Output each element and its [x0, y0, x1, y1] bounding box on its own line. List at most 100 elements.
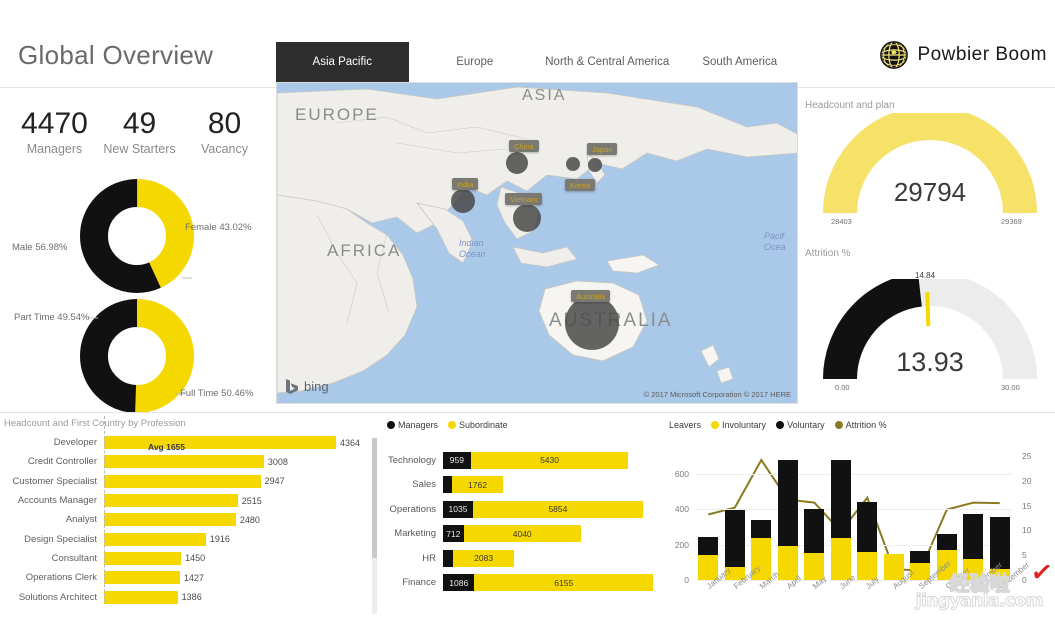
map-label-korea[interactable]: Korea — [565, 179, 595, 191]
profession-row[interactable]: Operations Clerk1427 — [0, 568, 380, 587]
leavers-bar[interactable] — [751, 456, 771, 580]
left-axis-tick: 400 — [675, 504, 689, 514]
map-bubble-china[interactable] — [506, 152, 528, 174]
leavers-bar[interactable] — [963, 456, 983, 580]
legend-swatch-managers — [387, 421, 395, 429]
profession-row[interactable]: Customer Specialist2947 — [0, 472, 380, 491]
map-bubble-vietnam[interactable] — [513, 204, 541, 232]
legend-item-involuntary[interactable]: Involuntary — [711, 420, 766, 430]
department-legend: Managers Subordinate — [385, 420, 665, 430]
profession-name: Credit Controller — [0, 456, 104, 467]
department-row[interactable]: Marketing7124040 — [385, 522, 665, 547]
map-bubble-japan[interactable] — [588, 158, 602, 172]
profession-row[interactable]: Accounts Manager2515 — [0, 491, 380, 510]
map-label-australia-bubble[interactable]: Australia — [571, 290, 610, 302]
map-label-japan[interactable]: Japan — [587, 143, 617, 155]
department-row[interactable]: Technology9595430 — [385, 448, 665, 473]
legend-item-managers[interactable]: Managers — [387, 420, 438, 430]
map-label-vietnam[interactable]: Vietnam — [505, 193, 542, 205]
gender-label-female: Female 43.02% — [185, 222, 252, 233]
profession-bar[interactable]: 4364 — [104, 436, 336, 449]
profession-name: Solutions Architect — [0, 592, 104, 603]
profession-value-label: 4364 — [340, 438, 360, 448]
tab-north-central-america[interactable]: North & Central America — [541, 42, 674, 83]
department-managers-label: 1035 — [443, 504, 473, 514]
profession-row[interactable]: Solutions Architect1386 — [0, 587, 380, 606]
gender-label-male: Male 56.98% — [12, 242, 67, 253]
map-label-china[interactable]: China — [509, 140, 539, 152]
profession-scrollbar-thumb[interactable] — [372, 438, 377, 558]
right-axis-tick: 5 — [1022, 550, 1027, 560]
profession-row[interactable]: Analyst2480 — [0, 510, 380, 529]
left-axis-tick: 0 — [684, 575, 689, 585]
department-segment-subordinate[interactable]: 1762 — [452, 476, 503, 493]
header: Global Overview Asia Pacific Europe Nort… — [0, 0, 1055, 88]
leavers-bar[interactable] — [910, 456, 930, 580]
department-segment-subordinate[interactable]: 5854 — [473, 501, 643, 518]
department-bar-area: 10355854 — [443, 497, 665, 522]
department-segment-managers[interactable]: 712 — [443, 525, 464, 542]
department-row[interactable]: Operations10355854 — [385, 497, 665, 522]
brand: Powbier Boom — [879, 40, 1047, 70]
department-segment-managers[interactable]: 1035 — [443, 501, 473, 518]
map-label-europe: EUROPE — [295, 105, 379, 125]
profession-bar[interactable]: 1386 — [104, 591, 178, 604]
region-map[interactable]: EUROPE ASIA AFRICA AUSTRALIA IndianOcean… — [276, 82, 798, 404]
brand-name: Powbier Boom — [917, 44, 1047, 66]
department-segment-subordinate[interactable]: 6155 — [474, 574, 653, 591]
department-segment-subordinate[interactable]: 2083 — [453, 550, 513, 567]
leavers-bar[interactable] — [778, 456, 798, 580]
profession-bar[interactable]: 1427 — [104, 571, 180, 584]
department-segment-managers[interactable]: 959 — [443, 452, 471, 469]
map-bubble-australia[interactable] — [565, 296, 619, 350]
department-row[interactable]: Finance10866155 — [385, 571, 665, 596]
legend-item-voluntary[interactable]: Voluntary — [776, 420, 825, 430]
profession-bar[interactable]: 3008 — [104, 455, 264, 468]
department-row[interactable]: Sales1762 — [385, 473, 665, 498]
leavers-bar[interactable] — [884, 456, 904, 580]
department-bar-area: 7124040 — [443, 522, 665, 547]
map-bubble-korea[interactable] — [566, 157, 580, 171]
attrition-gauge-min: 0.00 — [835, 383, 850, 392]
map-bubble-india[interactable] — [451, 189, 475, 213]
leavers-bar[interactable] — [804, 456, 824, 580]
profession-row[interactable]: Consultant1450 — [0, 549, 380, 568]
leavers-bar-involuntary[interactable] — [831, 538, 851, 581]
leavers-bar[interactable] — [698, 456, 718, 580]
leavers-bar[interactable] — [831, 456, 851, 580]
department-segment-managers[interactable]: 1086 — [443, 574, 474, 591]
profession-chart-rows: Developer4364Credit Controller3008Custom… — [0, 433, 380, 607]
profession-bar[interactable]: 1450 — [104, 552, 181, 565]
profession-average-label: Avg 1655 — [148, 442, 185, 452]
legend-item-attrition-pct[interactable]: Attrition % — [835, 420, 887, 430]
legend-item-subordinate[interactable]: Subordinate — [448, 420, 508, 430]
profession-bar[interactable]: 2515 — [104, 494, 238, 507]
department-segment-managers[interactable] — [443, 476, 452, 493]
profession-bar[interactable]: 2480 — [104, 513, 236, 526]
profession-bar[interactable]: 2947 — [104, 475, 261, 488]
legend-item-leavers: Leavers — [669, 420, 701, 430]
profession-bar[interactable]: 1916 — [104, 533, 206, 546]
tab-asia-pacific[interactable]: Asia Pacific — [276, 42, 409, 83]
leavers-bar[interactable] — [857, 456, 877, 580]
department-name: HR — [385, 553, 443, 564]
profession-scrollbar[interactable] — [372, 438, 377, 614]
leavers-bar[interactable] — [725, 456, 745, 580]
department-segment-managers[interactable] — [443, 550, 453, 567]
bing-logo[interactable]: bing — [285, 378, 329, 395]
profession-row[interactable]: Developer4364 — [0, 433, 380, 452]
map-label-india[interactable]: India — [452, 178, 478, 190]
globe-icon — [879, 40, 909, 70]
profession-row[interactable]: Design Specialist1916 — [0, 529, 380, 548]
department-segment-subordinate[interactable]: 5430 — [471, 452, 628, 469]
department-segment-subordinate[interactable]: 4040 — [464, 525, 581, 542]
right-axis-tick: 20 — [1022, 476, 1031, 486]
left-axis-tick: 600 — [675, 469, 689, 479]
tab-europe[interactable]: Europe — [409, 42, 542, 83]
profession-row[interactable]: Credit Controller3008 — [0, 452, 380, 471]
department-subordinate-label: 6155 — [474, 578, 653, 588]
tab-south-america[interactable]: South America — [674, 42, 807, 83]
profession-value-label: 1386 — [182, 592, 202, 602]
attrition-gauge-value: 13.93 — [805, 347, 1055, 378]
department-row[interactable]: HR 2083 — [385, 546, 665, 571]
